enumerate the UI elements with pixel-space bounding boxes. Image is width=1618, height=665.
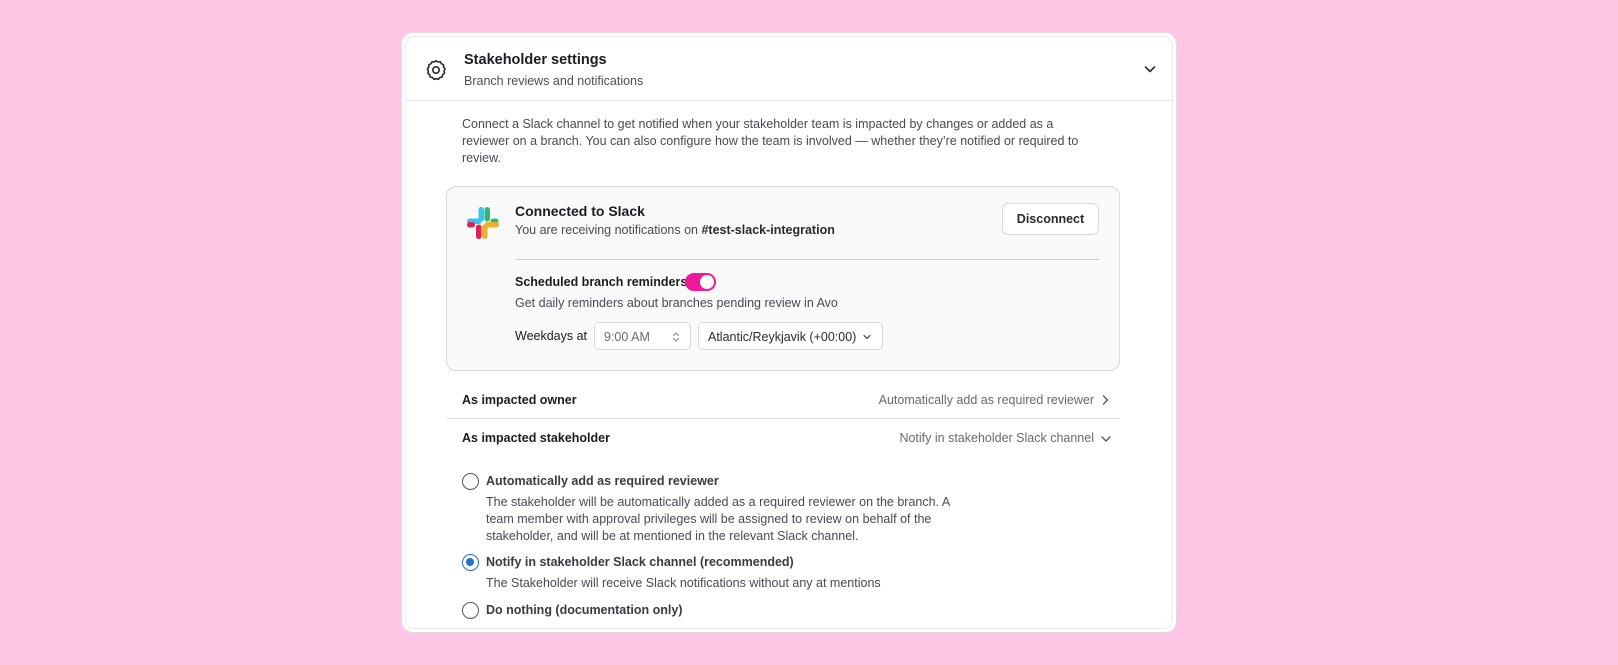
- page-subtitle: Branch reviews and notifications: [464, 74, 644, 88]
- impacted-owner-value: Automatically add as required reviewer: [878, 393, 1094, 407]
- gear-icon: [426, 60, 446, 81]
- option-auto-add-label: Automatically add as required reviewer: [486, 474, 719, 488]
- timezone-select[interactable]: Atlantic/Reykjavik (+00:00): [698, 322, 883, 350]
- chevron-down-icon: [863, 334, 871, 340]
- option-notify-slack-description: The Stakeholder will receive Slack notif…: [486, 576, 881, 590]
- stepper-icon: [672, 332, 680, 342]
- weekdays-label: Weekdays at: [515, 329, 588, 343]
- reminders-toggle[interactable]: [685, 273, 716, 291]
- slack-status-prefix: You are receiving notifications on: [515, 223, 702, 237]
- option-do-nothing-label: Do nothing (documentation only): [486, 603, 683, 617]
- impacted-stakeholder-value: Notify in stakeholder Slack channel: [899, 431, 1094, 445]
- divider: [515, 259, 1099, 260]
- toggle-knob: [700, 275, 714, 289]
- slack-status-title: Connected to Slack: [515, 203, 645, 219]
- chevron-down-icon: [1101, 436, 1111, 442]
- reminders-label: Scheduled branch reminders: [515, 275, 688, 289]
- disconnect-button[interactable]: Disconnect: [1002, 203, 1099, 235]
- slack-status-subtitle: You are receiving notifications on #test…: [515, 223, 835, 237]
- stakeholder-settings-panel: Stakeholder settings Branch reviews and …: [401, 32, 1177, 633]
- radio-do-nothing[interactable]: [462, 602, 479, 619]
- timezone-value: Atlantic/Reykjavik (+00:00): [708, 330, 857, 344]
- option-auto-add-description: The stakeholder will be automatically ad…: [486, 495, 950, 543]
- radio-auto-add[interactable]: [462, 473, 479, 490]
- settings-header[interactable]: Stakeholder settings Branch reviews and …: [406, 37, 1172, 101]
- reminders-description: Get daily reminders about branches pendi…: [515, 296, 838, 310]
- chevron-right-icon: [1102, 395, 1109, 405]
- time-value: 9:00 AM: [604, 330, 650, 344]
- impacted-stakeholder-row[interactable]: As impacted stakeholder Notify in stakeh…: [446, 419, 1120, 455]
- chevron-down-icon[interactable]: [1142, 61, 1158, 77]
- time-select[interactable]: 9:00 AM: [594, 322, 691, 350]
- impacted-owner-row[interactable]: As impacted owner Automatically add as r…: [446, 381, 1120, 419]
- slack-channel-name: #test-slack-integration: [701, 223, 835, 237]
- impacted-owner-label: As impacted owner: [462, 393, 577, 407]
- option-notify-slack-label: Notify in stakeholder Slack channel (rec…: [486, 555, 794, 569]
- slack-connection-card: Connected to Slack You are receiving not…: [446, 186, 1120, 371]
- intro-text: Connect a Slack channel to get notified …: [462, 117, 1079, 165]
- impacted-stakeholder-label: As impacted stakeholder: [462, 431, 610, 445]
- radio-notify-slack[interactable]: [462, 554, 479, 571]
- slack-logo-icon: [467, 207, 499, 239]
- page-title: Stakeholder settings: [464, 52, 607, 68]
